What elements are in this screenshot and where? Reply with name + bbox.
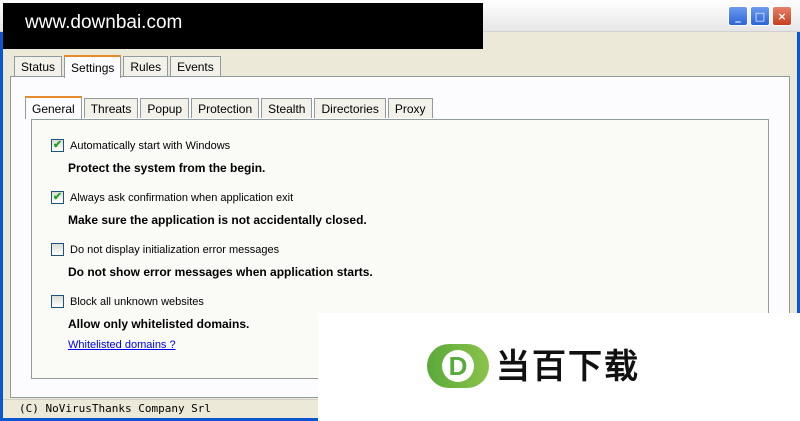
logo-mark: D (427, 344, 489, 388)
tab-settings[interactable]: Settings (64, 55, 122, 78)
minimize-button[interactable]: _ (728, 6, 748, 26)
tab-events[interactable]: Events (170, 56, 221, 77)
settings-subtabs: General Threats Popup Protection Stealth… (25, 96, 435, 119)
app-window: _ □ × www.downbai.com Status Settings Ru… (0, 0, 800, 421)
option-label: Always ask confirmation when application… (70, 191, 294, 204)
tab-rules[interactable]: Rules (123, 56, 169, 77)
maximize-button[interactable]: □ (750, 6, 770, 26)
subtab-popup[interactable]: Popup (140, 98, 190, 118)
minimize-icon: _ (735, 9, 741, 23)
close-icon: × (777, 9, 787, 23)
maximize-icon: □ (754, 9, 766, 23)
check-icon: ✔ (52, 191, 63, 203)
close-button[interactable]: × (772, 6, 792, 26)
watermark-logo: D 当百下载 (318, 313, 800, 421)
option-block-unknown[interactable]: Block all unknown websites (51, 295, 204, 308)
option-description: Allow only whitelisted domains. (68, 317, 250, 331)
checkbox-hide-init-errors[interactable] (51, 243, 64, 256)
option-label: Block all unknown websites (70, 295, 204, 308)
checkbox-autostart[interactable]: ✔ (51, 139, 64, 152)
subtab-stealth[interactable]: Stealth (261, 98, 313, 118)
checkbox-confirm-exit[interactable]: ✔ (51, 191, 64, 204)
main-tabs: Status Settings Rules Events (14, 55, 223, 78)
subtab-directories[interactable]: Directories (314, 98, 386, 118)
option-description: Do not show error messages when applicat… (68, 265, 373, 279)
logo-text: 当百下载 (496, 347, 640, 387)
tab-status[interactable]: Status (14, 56, 63, 77)
status-copyright: (C) NoVirusThanks Company Srl (19, 402, 212, 415)
subtab-general[interactable]: General (25, 96, 82, 119)
checkbox-block-unknown[interactable] (51, 295, 64, 308)
subtab-proxy[interactable]: Proxy (387, 98, 433, 118)
option-label: Do not display initialization error mess… (70, 243, 280, 256)
option-description: Protect the system from the begin. (68, 161, 266, 175)
option-description: Make sure the application is not acciden… (68, 213, 367, 227)
option-hide-init-errors[interactable]: Do not display initialization error mess… (51, 243, 279, 256)
whitelist-link[interactable]: Whitelisted domains ? (68, 339, 176, 351)
window-controls: _ □ × (728, 6, 792, 26)
option-label: Automatically start with Windows (70, 139, 231, 152)
option-autostart[interactable]: ✔ Automatically start with Windows (51, 139, 230, 152)
watermark-banner: www.downbai.com (3, 3, 483, 49)
subtab-threats[interactable]: Threats (83, 98, 139, 118)
check-icon: ✔ (52, 139, 63, 151)
option-confirm-exit[interactable]: ✔ Always ask confirmation when applicati… (51, 191, 293, 204)
logo-letter: D (442, 350, 474, 382)
subtab-protection[interactable]: Protection (191, 98, 260, 118)
